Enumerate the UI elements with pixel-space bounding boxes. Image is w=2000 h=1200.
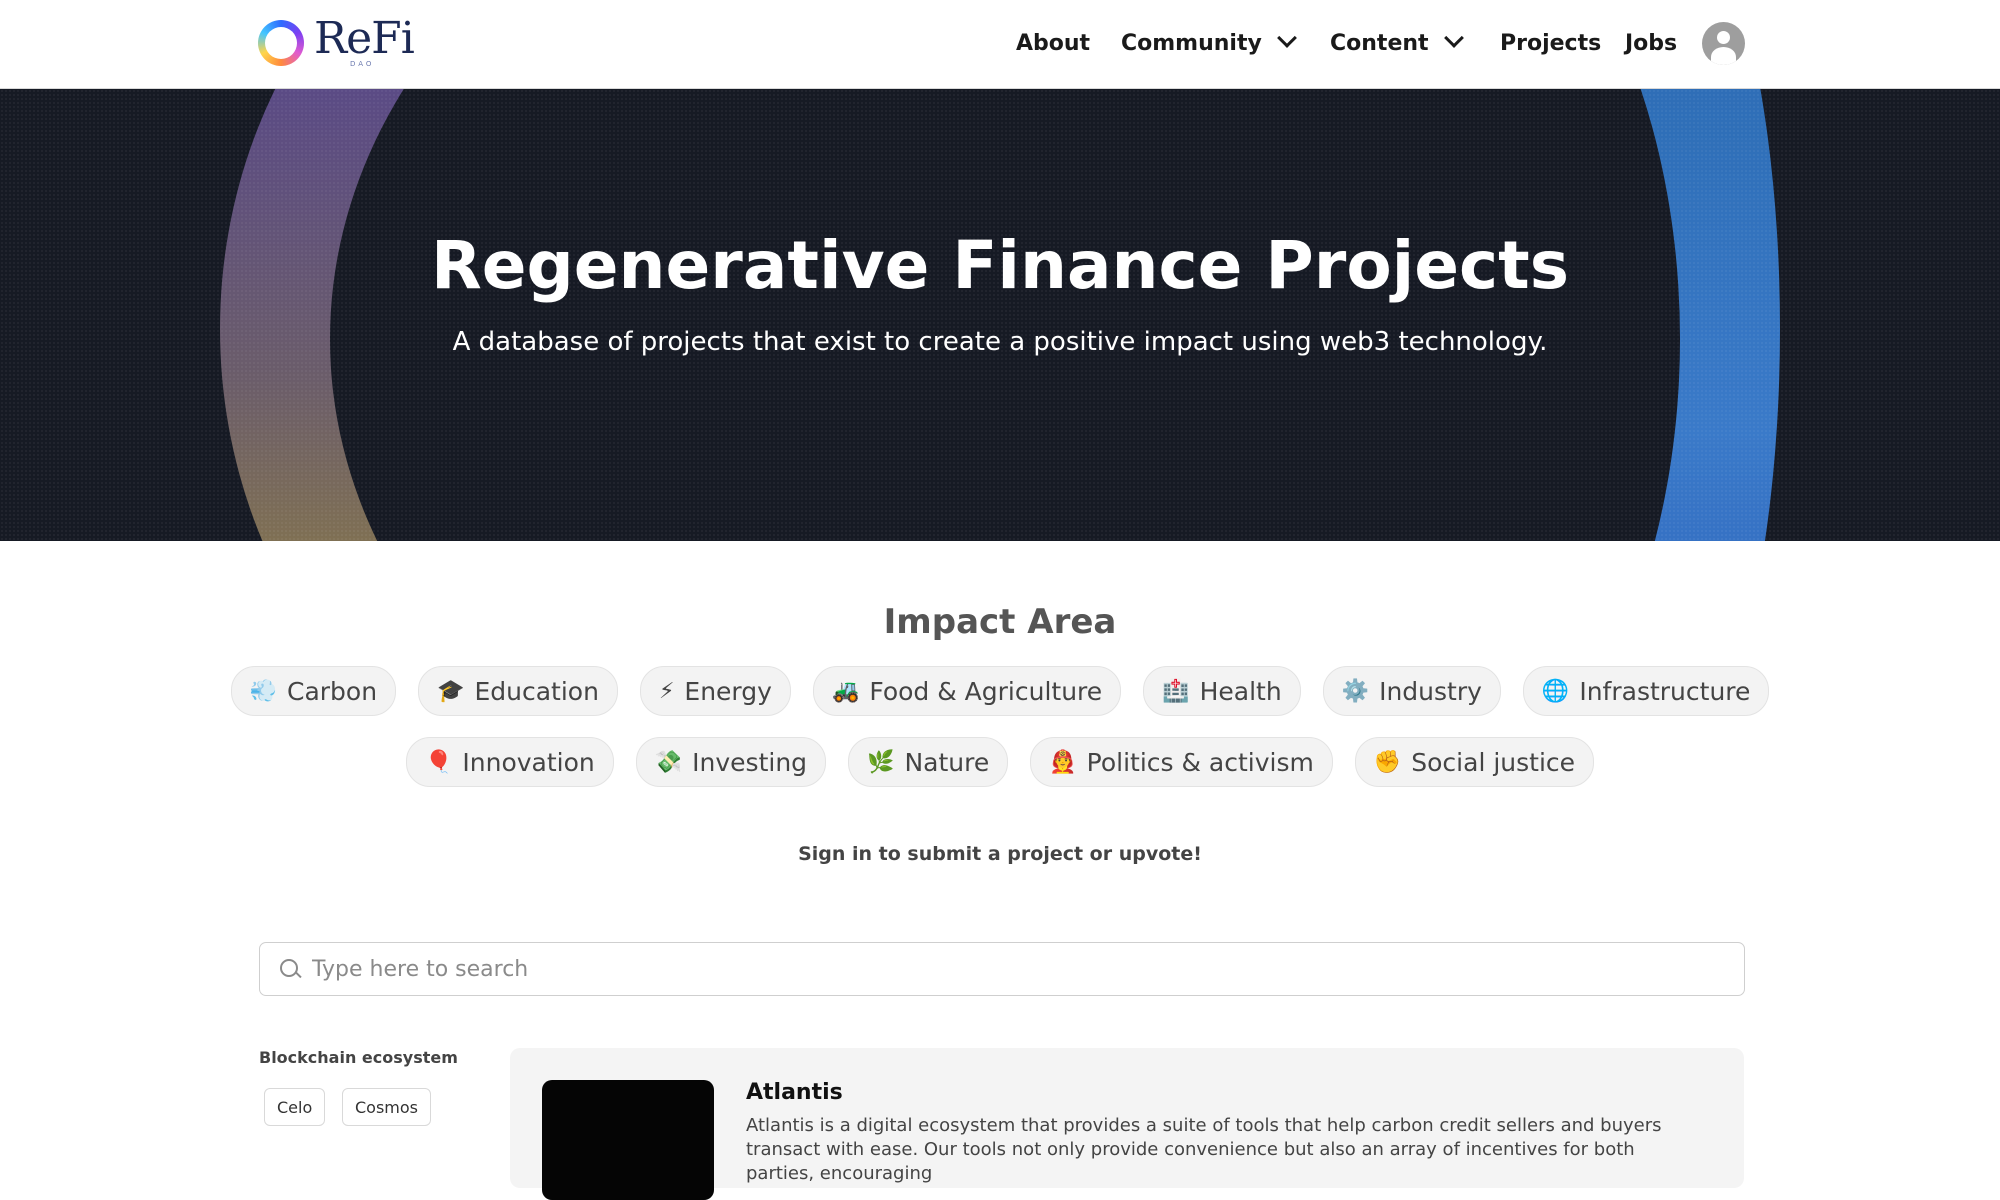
chip-label: Investing [692, 747, 808, 777]
logo-ring-icon [258, 20, 304, 66]
user-avatar-icon[interactable] [1702, 22, 1745, 65]
gear-icon: ⚙️ [1341, 678, 1370, 704]
refi-logo[interactable]: ReFi [258, 13, 415, 73]
chip-label: Carbon [287, 676, 378, 706]
impact-area-row-2: 🎈 Innovation 💸 Investing 🌿 Nature 👨‍🚒 Politi… [0, 737, 2000, 787]
chip-label: Health [1199, 676, 1282, 706]
search-input[interactable] [310, 943, 1714, 995]
nav-community-label: Community [1121, 31, 1262, 56]
lightning-icon: ⚡ [658, 678, 675, 704]
page-subtitle: A database of projects that exist to cre… [452, 327, 1548, 357]
top-header: ReFi DAO About Community Content Project… [0, 0, 2000, 89]
graduation-cap-icon: 🎓 [437, 678, 465, 704]
impact-chip-infrastructure[interactable]: 🌐 Infrastructure [1522, 666, 1770, 716]
hero-banner: Regenerative Finance Projects A database… [0, 89, 2000, 541]
nav-content-label: Content [1330, 31, 1429, 56]
impact-chip-social-justice[interactable]: ✊ Social justice [1354, 737, 1595, 787]
impact-area-row-1: 💨 Carbon 🎓 Education ⚡ Energy 🚜 Food & Agric… [0, 666, 2000, 716]
nav-projects[interactable]: Projects [1500, 28, 1601, 60]
project-thumbnail [542, 1080, 714, 1200]
chevron-down-icon [1276, 28, 1297, 48]
impact-area-heading: Impact Area [883, 602, 1117, 642]
logo-subtext: DAO [350, 60, 375, 68]
chip-label: Nature [904, 747, 990, 777]
impact-chip-nature[interactable]: 🌿 Nature [848, 737, 1009, 787]
impact-chip-investing[interactable]: 💸 Investing [635, 737, 827, 787]
nav-jobs[interactable]: Jobs [1625, 28, 1677, 60]
chevron-down-icon [1443, 28, 1464, 48]
filter-heading-blockchain: Blockchain ecosystem [259, 1048, 458, 1067]
impact-chip-innovation[interactable]: 🎈 Innovation [405, 737, 614, 787]
impact-chip-energy[interactable]: ⚡ Energy [639, 666, 791, 716]
impact-chip-food-agriculture[interactable]: 🚜 Food & Agriculture [812, 666, 1122, 716]
chip-label: Industry [1379, 676, 1482, 706]
chip-label: Energy [684, 676, 772, 706]
impact-chip-industry[interactable]: ⚙️ Industry [1322, 666, 1501, 716]
chip-label: Innovation [462, 747, 595, 777]
person-icon: 👨‍🚒 [1049, 749, 1077, 775]
filter-chip-celo[interactable]: Celo [264, 1088, 326, 1126]
search-box [259, 942, 1745, 996]
impact-chip-politics-activism[interactable]: 👨‍🚒 Politics & activism [1030, 737, 1333, 787]
chip-label: Food & Agriculture [869, 676, 1103, 706]
impact-chip-carbon[interactable]: 💨 Carbon [230, 666, 397, 716]
raised-fist-icon: ✊ [1373, 749, 1402, 775]
money-icon: 💸 [654, 749, 683, 775]
chip-label: Education [474, 676, 599, 706]
project-card[interactable]: Atlantis Atlantis is a digital ecosystem… [510, 1048, 1744, 1200]
hospital-icon: 🏥 [1162, 678, 1190, 704]
herb-icon: 🌿 [867, 749, 895, 775]
chip-label: Infrastructure [1579, 676, 1751, 706]
balloon-icon: 🎈 [424, 749, 453, 775]
nav-content[interactable]: Content [1330, 28, 1464, 60]
filter-chip-cosmos[interactable]: Cosmos [342, 1088, 432, 1126]
chip-label: Politics & activism [1086, 747, 1314, 777]
globe-icon: 🌐 [1541, 678, 1570, 704]
impact-chip-health[interactable]: 🏥 Health [1143, 666, 1301, 716]
chip-label: Social justice [1411, 747, 1576, 777]
tractor-icon: 🚜 [831, 678, 860, 704]
nav-about[interactable]: About [1016, 28, 1090, 60]
carbon-icon: 💨 [249, 678, 277, 704]
signin-prompt[interactable]: Sign in to submit a project or upvote! [0, 843, 2000, 865]
project-description: Atlantis is a digital ecosystem that pro… [746, 1115, 1662, 1184]
impact-chip-education[interactable]: 🎓 Education [418, 666, 618, 716]
logo-text: ReFi [314, 13, 415, 64]
project-title[interactable]: Atlantis [746, 1080, 843, 1105]
hero-noise-texture [0, 89, 2000, 541]
nav-community[interactable]: Community [1121, 28, 1297, 60]
page-title: Regenerative Finance Projects [430, 227, 1570, 304]
search-icon [280, 959, 298, 977]
